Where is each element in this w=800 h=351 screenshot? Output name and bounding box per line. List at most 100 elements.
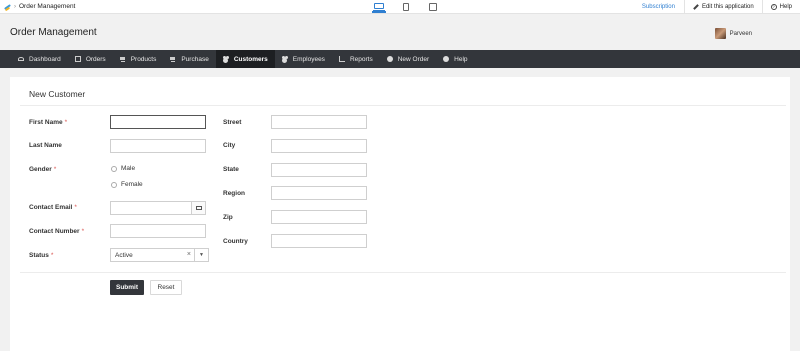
nav-label: Products bbox=[130, 55, 157, 63]
subscription-link[interactable]: Subscription bbox=[633, 4, 684, 10]
contact-email-label: Contact Email * bbox=[29, 204, 77, 211]
nav-item-products[interactable]: Products bbox=[113, 50, 164, 68]
gender-label: Gender * bbox=[29, 166, 56, 173]
reset-button[interactable]: Reset bbox=[150, 280, 182, 295]
tablet-view-button[interactable] bbox=[399, 1, 413, 13]
breadcrumb-label: Order Management bbox=[19, 3, 76, 10]
street-label: Street bbox=[223, 119, 242, 126]
app-title: Order Management bbox=[10, 27, 97, 38]
divider bbox=[20, 272, 786, 273]
info-icon bbox=[443, 56, 450, 62]
radio-circle bbox=[111, 165, 117, 172]
app-logo-icon bbox=[4, 3, 11, 10]
question-icon: ? bbox=[770, 4, 777, 10]
user-name: Parveen bbox=[729, 30, 752, 37]
users-icon bbox=[281, 56, 288, 62]
contact-email-input[interactable] bbox=[110, 201, 206, 215]
zip-input[interactable] bbox=[271, 210, 367, 224]
nav-item-customers[interactable]: Customers bbox=[215, 50, 275, 68]
nav-item-help[interactable]: Help bbox=[436, 50, 474, 68]
edit-application-label: Edit this application bbox=[701, 4, 754, 10]
form-title: New Customer bbox=[29, 89, 86, 99]
contact-number-input[interactable] bbox=[110, 224, 206, 238]
nav-label: Orders bbox=[85, 55, 106, 63]
new-customer-form: New Customer First Name * Last Name Gende… bbox=[10, 77, 790, 351]
nav-label: Employees bbox=[292, 55, 325, 63]
last-name-label: Last Name bbox=[29, 142, 62, 149]
nav-item-employees[interactable]: Employees bbox=[275, 50, 332, 68]
region-input[interactable] bbox=[271, 186, 367, 200]
required-mark: * bbox=[50, 252, 54, 259]
clear-icon[interactable]: × bbox=[187, 251, 191, 258]
nav-item-purchase[interactable]: Purchase bbox=[163, 50, 215, 68]
gender-male-radio[interactable]: Male bbox=[111, 165, 135, 172]
required-mark: * bbox=[64, 119, 68, 126]
nav-item-new-order[interactable]: New Order bbox=[380, 50, 436, 68]
state-input[interactable] bbox=[271, 163, 367, 177]
nav-label: Help bbox=[454, 55, 468, 63]
nav-label: Dashboard bbox=[29, 55, 61, 63]
label-text: Contact Email bbox=[29, 204, 73, 211]
first-name-label: First Name * bbox=[29, 119, 67, 126]
submit-button[interactable]: Submit bbox=[110, 280, 144, 295]
dashboard-icon bbox=[18, 57, 24, 61]
nav-label: New Order bbox=[397, 55, 430, 63]
device-preview-switcher bbox=[372, 1, 440, 13]
ipad-icon bbox=[429, 3, 437, 11]
last-name-input[interactable] bbox=[110, 139, 206, 153]
nav-item-orders[interactable]: Orders bbox=[68, 50, 113, 68]
country-label: Country bbox=[223, 238, 248, 245]
region-label: Region bbox=[223, 190, 246, 197]
status-value: Active bbox=[115, 252, 133, 259]
status-select[interactable]: Active × ▼ bbox=[110, 248, 209, 262]
label-text: First Name bbox=[29, 119, 63, 126]
email-addon bbox=[191, 202, 205, 214]
chevron-right-icon: › bbox=[14, 3, 16, 10]
envelope-icon bbox=[195, 206, 202, 210]
label-text: Gender bbox=[29, 166, 52, 173]
required-mark: * bbox=[53, 166, 57, 173]
radio-label: Male bbox=[121, 165, 136, 172]
laptop-icon bbox=[373, 3, 385, 11]
edit-icon bbox=[74, 56, 81, 62]
user-menu[interactable]: Parveen bbox=[714, 28, 752, 39]
state-label: State bbox=[223, 166, 239, 173]
street-input[interactable] bbox=[271, 115, 367, 129]
nav-item-dashboard[interactable]: Dashboard bbox=[11, 50, 68, 68]
main-nav: Dashboard Orders Products Purchase Custo… bbox=[0, 50, 800, 68]
breadcrumb[interactable]: › Order Management bbox=[4, 3, 75, 10]
gender-female-radio[interactable]: Female bbox=[111, 181, 143, 188]
nav-label: Customers bbox=[233, 55, 268, 63]
app-header: Order Management Parveen bbox=[0, 15, 800, 50]
users-icon bbox=[222, 56, 229, 62]
top-toolbar: › Order Management Subscription Edit thi… bbox=[0, 0, 800, 14]
nav-item-reports[interactable]: Reports bbox=[332, 50, 380, 68]
radio-circle bbox=[111, 181, 117, 188]
country-input[interactable] bbox=[271, 234, 367, 248]
divider bbox=[20, 105, 786, 106]
ipad-view-button[interactable] bbox=[426, 1, 440, 13]
city-input[interactable] bbox=[271, 139, 367, 153]
top-actions: Subscription Edit this application ? Hel… bbox=[633, 0, 800, 14]
help-button[interactable]: ? Help bbox=[761, 0, 800, 14]
avatar bbox=[714, 28, 726, 39]
label-text: Contact Number bbox=[29, 228, 80, 235]
zip-label: Zip bbox=[223, 214, 233, 221]
desktop-view-button[interactable] bbox=[372, 1, 386, 13]
city-label: City bbox=[223, 142, 236, 149]
edit-application-button[interactable]: Edit this application bbox=[683, 0, 762, 14]
required-mark: * bbox=[74, 204, 77, 211]
contact-number-label: Contact Number * bbox=[29, 228, 84, 235]
cart-icon bbox=[170, 56, 176, 62]
label-text: Status bbox=[29, 252, 49, 259]
first-name-input[interactable] bbox=[110, 115, 206, 129]
required-mark: * bbox=[81, 228, 85, 235]
cart-icon bbox=[119, 56, 126, 62]
plus-circle-icon bbox=[386, 56, 393, 62]
tablet-icon bbox=[403, 3, 409, 11]
chevron-down-icon[interactable]: ▼ bbox=[194, 249, 208, 261]
pencil-icon bbox=[693, 4, 699, 10]
radio-label: Female bbox=[121, 181, 143, 188]
nav-label: Purchase bbox=[181, 55, 209, 63]
chart-icon bbox=[338, 56, 345, 62]
